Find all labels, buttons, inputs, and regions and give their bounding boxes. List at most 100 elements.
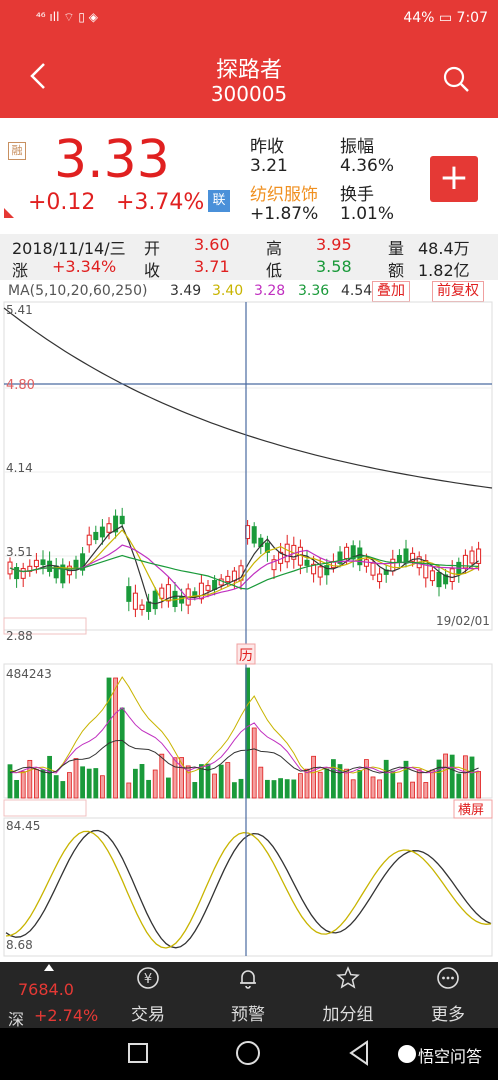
yen-icon[interactable]: ¥ <box>108 966 188 996</box>
candle-body <box>403 548 409 564</box>
volume-bar <box>271 780 277 799</box>
open-label: 开 <box>144 239 161 258</box>
volume-bar <box>93 768 99 799</box>
volume-bar <box>456 773 462 799</box>
sector-name[interactable]: 纺织服饰 <box>250 180 318 205</box>
candles <box>7 507 482 620</box>
volume-bar <box>132 768 138 799</box>
recent-apps-icon[interactable] <box>128 1043 148 1063</box>
amount-value: 1.82亿 <box>418 261 470 280</box>
status-left: ⁴⁶ ıll ⌔ ▯ ◈ <box>36 10 98 24</box>
volume-bar <box>126 782 132 799</box>
svg-text:¥: ¥ <box>144 972 152 987</box>
volume-bar <box>311 755 317 799</box>
volume-bar <box>344 768 350 799</box>
volume-bar <box>410 781 416 799</box>
nav-more[interactable]: 更多 <box>408 1000 488 1025</box>
volume-bar <box>205 763 211 799</box>
amplitude-value: 4.36% <box>340 156 395 176</box>
stock-name: 探路者 <box>215 58 282 83</box>
volume-value: 48.4万 <box>418 239 470 258</box>
overlay-button[interactable]: 叠加 <box>372 281 410 302</box>
add-watchlist-button[interactable]: + <box>430 156 478 202</box>
bell-icon[interactable] <box>208 966 288 996</box>
volume-bar <box>73 758 79 799</box>
volume-bar <box>363 759 369 799</box>
volume-bar <box>383 759 389 799</box>
home-icon[interactable] <box>236 1041 260 1065</box>
sector-change: +1.87% <box>250 204 319 224</box>
current-price: 3.33 <box>54 130 170 190</box>
kline-chart[interactable]: 5.41 4.80 4.14 3.51 2.88 19/02/01 历 4842… <box>0 300 498 958</box>
candle-body <box>469 550 475 564</box>
amount-label: 额 <box>388 261 405 280</box>
volume-bar <box>476 771 482 799</box>
volume-max: 484243 <box>6 667 52 681</box>
kdj-line <box>5 829 492 949</box>
volume-bar <box>47 755 52 799</box>
expand-arrow-icon[interactable] <box>44 964 54 971</box>
volume-bar <box>34 769 39 799</box>
adjust-button[interactable]: 前复权 <box>432 281 484 302</box>
candle-body <box>324 565 330 576</box>
status-right: 44% ▭ 7:07 <box>403 10 488 26</box>
linked-badge[interactable]: 联 <box>208 190 230 212</box>
candle-body <box>146 601 152 612</box>
watermark-logo-icon <box>398 1045 416 1063</box>
price-change-pct: +3.74% <box>116 190 205 215</box>
volume-bar <box>258 766 264 799</box>
kdj-lines <box>5 829 492 949</box>
rise-value: +3.34% <box>52 257 117 276</box>
rise-label: 涨 <box>12 261 29 280</box>
volume-bar <box>304 768 310 799</box>
amplitude-label: 振幅 <box>340 137 374 157</box>
system-nav-bar: 悟空问答 <box>0 1028 498 1080</box>
watermark-text: 悟空问答 <box>418 1047 483 1066</box>
corner-marker <box>4 208 14 218</box>
kdj-line <box>5 830 492 949</box>
back-triangle-icon[interactable] <box>348 1040 370 1070</box>
volume-bar <box>330 759 336 799</box>
volume-bar <box>416 769 422 799</box>
index-name: 深 <box>8 1010 25 1029</box>
nav-trade[interactable]: 交易 <box>108 1000 188 1025</box>
volume-label-box <box>3 799 87 817</box>
volume-bar <box>212 773 218 799</box>
volume-bar <box>390 770 396 799</box>
volume-bar <box>436 759 442 799</box>
candle-body <box>396 554 402 564</box>
ma20-value: 3.28 <box>254 283 286 299</box>
candle-body <box>86 534 92 546</box>
volume-bar <box>278 778 284 799</box>
volume-bar <box>443 753 449 799</box>
volume-bar <box>317 771 323 799</box>
candle-body <box>20 568 26 579</box>
nav-alert[interactable]: 预警 <box>208 1000 288 1025</box>
candle-body <box>106 523 112 533</box>
volume-bar <box>106 677 112 799</box>
volume-bar <box>67 772 72 799</box>
date-label: 19/02/01 <box>436 614 490 628</box>
ma-label[interactable]: MA(5,10,20,60,250) <box>8 283 147 299</box>
index-value[interactable]: 7684.0 <box>18 980 74 999</box>
volume-bar <box>231 782 237 799</box>
ma10-value: 3.40 <box>212 283 244 299</box>
volume-bar <box>20 771 26 799</box>
candle-body <box>132 592 138 610</box>
price-label-mid: 4.14 <box>6 461 33 475</box>
volume-bar <box>218 764 224 799</box>
candle-body <box>93 531 99 541</box>
volume-bar <box>370 776 376 799</box>
candle-body <box>14 567 20 580</box>
more-icon[interactable] <box>408 966 488 996</box>
price-label-cross: 4.80 <box>6 378 35 393</box>
star-icon[interactable] <box>308 966 388 996</box>
nav-add-group[interactable]: 加分组 <box>308 1000 388 1025</box>
candle-body <box>126 586 132 602</box>
volume-bar <box>238 778 244 799</box>
close-value: 3.71 <box>194 257 230 276</box>
volume-bar <box>165 777 171 799</box>
search-icon[interactable] <box>442 65 470 93</box>
candle-body <box>225 575 231 583</box>
info-panel: 2018/11/14/三 开 3.60 高 3.95 量 48.4万 涨 +3.… <box>0 234 498 280</box>
